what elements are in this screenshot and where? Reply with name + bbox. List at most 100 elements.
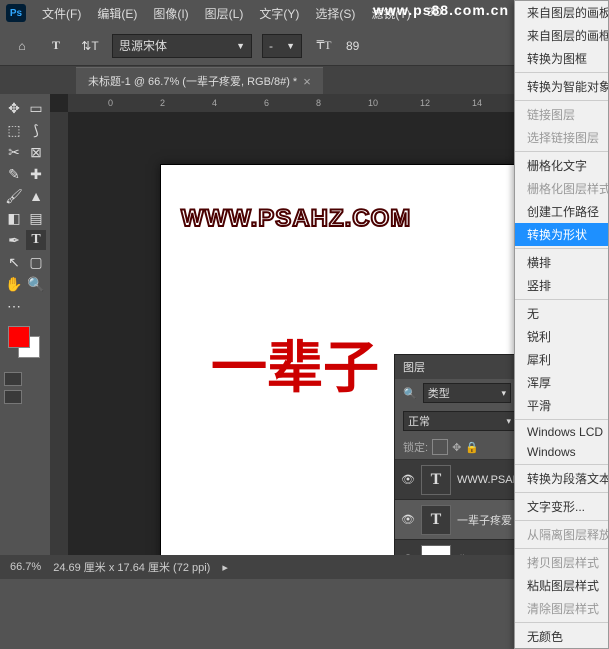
menu-separator bbox=[515, 622, 608, 623]
layer-name[interactable]: 背景 bbox=[457, 552, 479, 556]
lock-all-icon[interactable]: 🔒 bbox=[465, 441, 479, 454]
context-menu: 来自图层的画板来自图层的画框转换为图框转换为智能对象链接图层选择链接图层栅格化文… bbox=[514, 0, 609, 649]
visibility-icon[interactable]: 👁 bbox=[401, 473, 415, 486]
lock-pixels-icon[interactable] bbox=[432, 439, 448, 455]
context-menu-item[interactable]: 犀利 bbox=[515, 348, 608, 371]
layer-thumbnail[interactable] bbox=[421, 545, 451, 556]
ruler-mark: 2 bbox=[160, 98, 165, 108]
screenmode-icon[interactable] bbox=[4, 390, 22, 404]
document-tab-label: 未标题-1 @ 66.7% (一辈子疼爱, RGB/8#) * bbox=[88, 73, 297, 89]
menu-separator bbox=[515, 299, 608, 300]
foreground-color[interactable] bbox=[8, 326, 30, 348]
move-tool[interactable]: ✥ bbox=[4, 98, 24, 118]
layer-name[interactable]: 一辈子疼爱 bbox=[457, 512, 512, 528]
shape-tool[interactable]: ▢ bbox=[26, 252, 46, 272]
context-menu-item: 栅格化图层样式 bbox=[515, 177, 608, 200]
context-menu-item[interactable]: 来自图层的画板 bbox=[515, 1, 608, 24]
context-menu-item: 清除图层样式 bbox=[515, 597, 608, 620]
font-size-value[interactable]: 89 bbox=[346, 39, 359, 53]
menu-separator bbox=[515, 548, 608, 549]
artboard-tool[interactable]: ▭ bbox=[26, 98, 46, 118]
layer-thumbnail[interactable]: T bbox=[421, 465, 451, 495]
close-icon[interactable]: × bbox=[303, 74, 311, 89]
context-menu-item[interactable]: 无 bbox=[515, 302, 608, 325]
blend-mode-select[interactable]: 正常 ▾ bbox=[403, 411, 516, 431]
pen-tool[interactable]: ✒ bbox=[4, 230, 24, 250]
ruler-mark: 8 bbox=[316, 98, 321, 108]
context-menu-item[interactable]: 横排 bbox=[515, 251, 608, 274]
context-menu-item[interactable]: 平滑 bbox=[515, 394, 608, 417]
document-dimensions: 24.69 厘米 x 17.64 厘米 (72 ppi) bbox=[53, 559, 210, 575]
brush-tool[interactable]: 🖌 bbox=[4, 186, 24, 206]
document-tab[interactable]: 未标题-1 @ 66.7% (一辈子疼爱, RGB/8#) * × bbox=[76, 67, 323, 94]
context-menu-item[interactable]: 转换为智能对象 bbox=[515, 75, 608, 98]
orientation-icon[interactable]: ⇅T bbox=[78, 34, 102, 58]
layer-kind-value: 类型 bbox=[428, 385, 450, 401]
menu-item[interactable]: 图像(I) bbox=[145, 5, 196, 22]
context-menu-item[interactable]: 转换为段落文本 bbox=[515, 467, 608, 490]
page-watermark: www.ps88.com.cn bbox=[373, 2, 509, 18]
stamp-tool[interactable]: ▲ bbox=[26, 186, 46, 206]
context-menu-item[interactable]: 粘贴图层样式 bbox=[515, 574, 608, 597]
menu-item[interactable]: 编辑(E) bbox=[89, 5, 145, 22]
context-menu-item[interactable]: 来自图层的画框 bbox=[515, 24, 608, 47]
context-menu-item[interactable]: 浑厚 bbox=[515, 371, 608, 394]
menu-separator bbox=[515, 100, 608, 101]
eraser-tool[interactable]: ◧ bbox=[4, 208, 24, 228]
eyedropper-tool[interactable]: ✎ bbox=[4, 164, 24, 184]
search-icon[interactable]: 🔍 bbox=[403, 387, 417, 400]
context-menu-item[interactable]: 创建工作路径 bbox=[515, 200, 608, 223]
ruler-mark: 12 bbox=[420, 98, 430, 108]
quickmask-icon[interactable] bbox=[4, 372, 22, 386]
ruler-mark: 0 bbox=[108, 98, 113, 108]
menu-separator bbox=[515, 520, 608, 521]
context-menu-item[interactable]: Windows bbox=[515, 442, 608, 462]
font-family-select[interactable]: 思源宋体 ▼ bbox=[112, 34, 252, 58]
menu-item[interactable]: 选择(S) bbox=[307, 5, 363, 22]
lock-position-icon[interactable]: ✥ bbox=[452, 441, 461, 454]
layer-kind-select[interactable]: 类型 ▾ bbox=[423, 383, 511, 403]
menu-separator bbox=[515, 72, 608, 73]
zoom-level[interactable]: 66.7% bbox=[10, 561, 41, 573]
visibility-icon[interactable]: 👁 bbox=[401, 513, 415, 526]
context-menu-item: 选择链接图层 bbox=[515, 126, 608, 149]
ruler-mark: 6 bbox=[264, 98, 269, 108]
visibility-icon[interactable]: 👁 bbox=[401, 553, 415, 555]
context-menu-item[interactable]: 竖排 bbox=[515, 274, 608, 297]
frame-tool[interactable]: ⊠ bbox=[26, 142, 46, 162]
chevron-down-icon: ▾ bbox=[506, 416, 511, 427]
ruler-mark: 10 bbox=[368, 98, 378, 108]
hand-tool[interactable]: ✋ bbox=[4, 274, 24, 294]
font-style-value: - bbox=[269, 39, 273, 53]
crop-tool[interactable]: ✂ bbox=[4, 142, 24, 162]
context-menu-item[interactable]: 无颜色 bbox=[515, 625, 608, 648]
menu-item[interactable]: 文件(F) bbox=[34, 5, 89, 22]
marquee-tool[interactable]: ⬚ bbox=[4, 120, 24, 140]
home-icon[interactable]: ⌂ bbox=[10, 34, 34, 58]
type-tool-icon: T bbox=[44, 34, 68, 58]
gradient-tool[interactable]: ▤ bbox=[26, 208, 46, 228]
font-style-select[interactable]: - ▼ bbox=[262, 34, 302, 58]
lasso-tool[interactable]: ⟆ bbox=[26, 120, 46, 140]
menu-item[interactable]: 文字(Y) bbox=[251, 5, 307, 22]
context-menu-item[interactable]: 锐利 bbox=[515, 325, 608, 348]
context-menu-item[interactable]: Windows LCD bbox=[515, 422, 608, 442]
layer-thumbnail[interactable]: T bbox=[421, 505, 451, 535]
lock-label: 锁定: bbox=[403, 439, 428, 455]
context-menu-item[interactable]: 转换为形状 bbox=[515, 223, 608, 246]
path-tool[interactable]: ↖ bbox=[4, 252, 24, 272]
menu-separator bbox=[515, 464, 608, 465]
zoom-tool[interactable]: 🔍 bbox=[26, 274, 46, 294]
context-menu-item[interactable]: 转换为图框 bbox=[515, 47, 608, 70]
font-family-value: 思源宋体 bbox=[119, 37, 167, 54]
canvas-watermark-text: WWW.PSAHZ.COM bbox=[161, 205, 529, 233]
context-menu-item[interactable]: 文字变形... bbox=[515, 495, 608, 518]
chevron-right-icon[interactable]: ▸ bbox=[222, 561, 228, 574]
type-tool[interactable]: T bbox=[26, 230, 46, 250]
context-menu-item[interactable]: 栅格化文字 bbox=[515, 154, 608, 177]
heal-tool[interactable]: ✚ bbox=[26, 164, 46, 184]
color-swatches[interactable] bbox=[4, 318, 46, 368]
menu-item[interactable]: 图层(L) bbox=[197, 5, 252, 22]
menu-separator bbox=[515, 419, 608, 420]
more-tools[interactable]: ⋯ bbox=[4, 296, 24, 316]
